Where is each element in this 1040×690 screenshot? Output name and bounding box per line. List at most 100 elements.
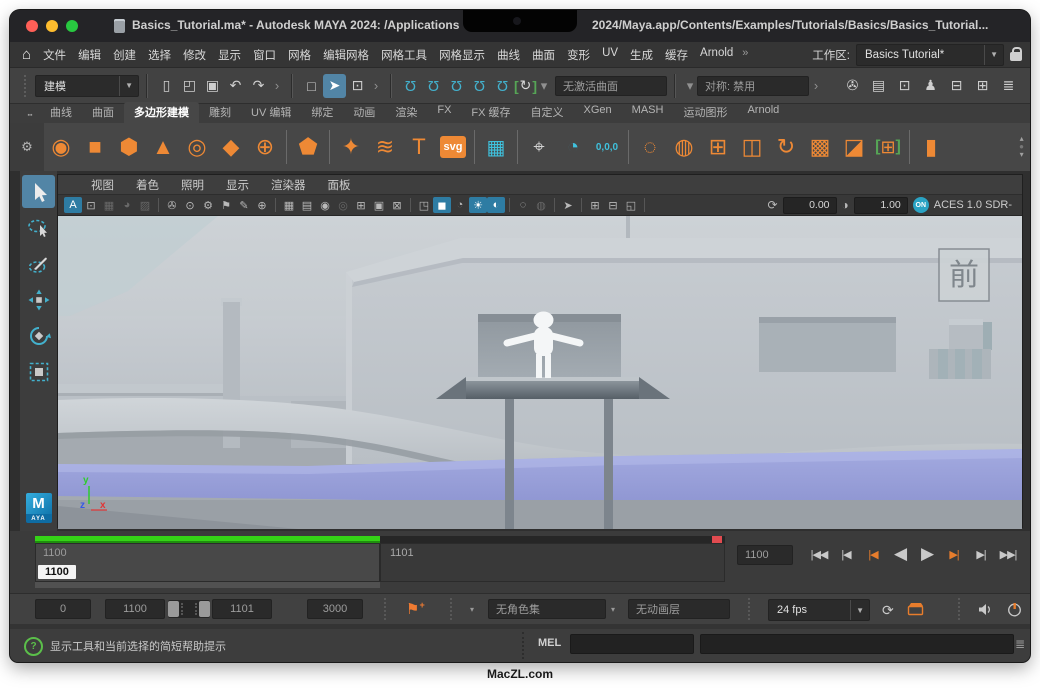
collapse-arrow[interactable]: › — [809, 74, 823, 98]
resolution-gate-icon[interactable]: ◉ — [316, 197, 334, 213]
select-component-icon[interactable]: ⊡ — [346, 74, 369, 98]
scale-tool[interactable] — [22, 355, 55, 388]
open-scene-icon[interactable]: ◰ — [178, 74, 201, 98]
step-forward-key-button[interactable]: ▶| — [942, 541, 966, 567]
shadows-icon[interactable]: ◐ — [487, 197, 505, 213]
shelf-tab-arnold[interactable]: Arnold — [737, 102, 789, 123]
close-window-button[interactable] — [26, 20, 38, 32]
play-forwards-button[interactable]: ▶ — [915, 541, 939, 567]
redo-icon[interactable]: ↷ — [247, 74, 270, 98]
type-tool-icon[interactable]: T — [402, 128, 436, 166]
step-forward-frame-button[interactable]: ▶| — [969, 541, 993, 567]
script-editor-icon[interactable]: ≣ — [1015, 637, 1025, 651]
range-start-field[interactable]: 1100 — [105, 599, 165, 619]
range-slider[interactable] — [168, 600, 210, 618]
frame-selected-icon[interactable]: ⊡ — [82, 197, 100, 213]
panel-menu-toggle-icon[interactable]: A — [64, 197, 82, 213]
exposure-field[interactable]: 0.00 — [783, 197, 837, 214]
snap-to-point-icon[interactable]: Ω — [445, 74, 468, 98]
zoom-select-icon[interactable]: ⊕ — [253, 197, 271, 213]
contrast-icon[interactable]: ◑ — [842, 198, 849, 212]
home-icon[interactable]: ⌂ — [22, 46, 31, 63]
bookmark-view-icon[interactable]: ⚑ — [217, 197, 235, 213]
smooth-mesh-icon[interactable]: ◍ — [667, 128, 701, 166]
timeline-track[interactable]: 1100 1101 1100 — [35, 543, 725, 582]
menu-display[interactable]: 显示 — [212, 47, 247, 63]
panel-split-icon[interactable]: ▦ — [100, 197, 118, 213]
timeline-scroll-strip[interactable] — [35, 582, 380, 588]
render-character-icon[interactable]: ♟ — [919, 74, 942, 98]
animation-preferences-icon[interactable] — [1007, 602, 1022, 622]
playblast-icon[interactable] — [907, 602, 924, 621]
fps-dropdown[interactable]: 24 fps ▼ — [768, 599, 870, 621]
polygon-cone-icon[interactable]: ▲ — [146, 128, 180, 166]
shelf-tab-rendering[interactable]: 渲染 — [385, 102, 427, 123]
polygon-disc-icon[interactable]: ⊕ — [248, 128, 282, 166]
duplicate-special-icon[interactable]: ⊞ — [871, 128, 905, 166]
menu-create[interactable]: 创建 — [107, 47, 142, 63]
make-live-icon[interactable]: ↻ — [514, 74, 537, 98]
render-view-icon[interactable]: ✇ — [841, 74, 864, 98]
undo-icon[interactable]: ↶ — [224, 74, 247, 98]
shelf-tab-surfaces[interactable]: 曲面 — [82, 102, 124, 123]
snap-options-arrow[interactable]: ▾ — [537, 74, 551, 98]
shelf-tab-curves[interactable]: 曲线 — [40, 102, 82, 123]
toggle-tool-settings-icon[interactable]: ⊞ — [971, 74, 994, 98]
polygon-plane-icon[interactable]: ◆ — [214, 128, 248, 166]
menu-file[interactable]: 文件 — [37, 47, 72, 63]
platonic-solid-icon[interactable]: ⬟ — [291, 128, 325, 166]
shelf-scrollbar[interactable]: ▴ ● ▾ — [1019, 135, 1030, 159]
mute-audio-icon[interactable] — [978, 603, 993, 621]
workspace-dropdown[interactable]: Basics Tutorial* ▼ — [856, 44, 1004, 66]
step-back-key-button[interactable]: |◀ — [861, 541, 885, 567]
menu-cache[interactable]: 缓存 — [659, 47, 694, 63]
shelf-tab-custom[interactable]: 自定义 — [521, 102, 574, 123]
menu-mesh[interactable]: 网格 — [282, 47, 317, 63]
toolbar-grip[interactable] — [24, 75, 28, 97]
menu-mesh-tools[interactable]: 网格工具 — [375, 47, 433, 63]
refresh-icon[interactable]: ⟳ — [767, 198, 777, 212]
range-end-field[interactable]: 1101 — [212, 599, 272, 619]
shelf-menu-icon[interactable]: ▪▪ — [20, 112, 40, 123]
center-pivot-icon[interactable]: ⌖ — [522, 128, 556, 166]
animation-layer-field[interactable]: 无动画层 — [628, 599, 730, 619]
scroll-down-icon[interactable]: ▾ — [1020, 151, 1024, 159]
shelf-tab-uv-editing[interactable]: UV 编辑 — [241, 102, 301, 123]
rotate-tool[interactable] — [22, 319, 55, 352]
minimize-window-button[interactable] — [46, 20, 58, 32]
menu-set-dropdown[interactable]: 建模 ▼ — [35, 75, 139, 97]
shelf-tab-sculpting[interactable]: 雕刻 — [199, 102, 241, 123]
chevron-down-icon[interactable]: ▾ — [470, 605, 474, 614]
texture-display-icon[interactable]: ⊠ — [388, 197, 406, 213]
shelf-tab-fx[interactable]: FX — [427, 102, 461, 123]
menu-generate[interactable]: 生成 — [624, 47, 659, 63]
collapse-arrow[interactable]: › — [369, 74, 383, 98]
mel-input-small[interactable] — [570, 634, 694, 654]
safe-display-icon[interactable]: ⊞ — [352, 197, 370, 213]
grid-toggle-icon[interactable]: ▦ — [280, 197, 298, 213]
menu-edit-mesh[interactable]: 编辑网格 — [317, 47, 375, 63]
polygon-torus-icon[interactable]: ◎ — [180, 128, 214, 166]
panel-menu-view[interactable]: 视图 — [80, 177, 125, 193]
shelf-tab-rigging[interactable]: 绑定 — [301, 102, 343, 123]
image-plane-icon[interactable]: ▣ — [370, 197, 388, 213]
animation-start-field[interactable]: 0 — [35, 599, 91, 619]
range-slider-handle-left[interactable] — [168, 601, 179, 617]
gamma-field[interactable]: 1.00 — [854, 197, 908, 214]
camera-settings-icon[interactable]: ⚙ — [199, 197, 217, 213]
menu-overflow[interactable]: » — [739, 47, 751, 63]
gate-mask-icon[interactable]: ◎ — [334, 197, 352, 213]
mel-label[interactable]: MEL — [538, 637, 561, 649]
grease-pencil-icon[interactable]: ✎ — [235, 197, 253, 213]
shelf-tab-motion-graphics[interactable]: 运动图形 — [673, 102, 737, 123]
menu-uv[interactable]: UV — [596, 47, 624, 63]
select-tool[interactable] — [22, 175, 55, 208]
polygon-cylinder-icon[interactable]: ⬢ — [112, 128, 146, 166]
copy-view-icon[interactable]: ⊞ — [586, 197, 604, 213]
symmetry-field[interactable]: 对称: 禁用 — [697, 76, 809, 96]
snap-to-curve-icon[interactable]: Ω — [422, 74, 445, 98]
range-slider-handle-right[interactable] — [199, 601, 210, 617]
character-set-field[interactable]: 无角色集 — [488, 599, 606, 619]
toggle-attribute-editor-icon[interactable]: ⊟ — [945, 74, 968, 98]
go-to-end-button[interactable]: ▶▶| — [996, 541, 1020, 567]
